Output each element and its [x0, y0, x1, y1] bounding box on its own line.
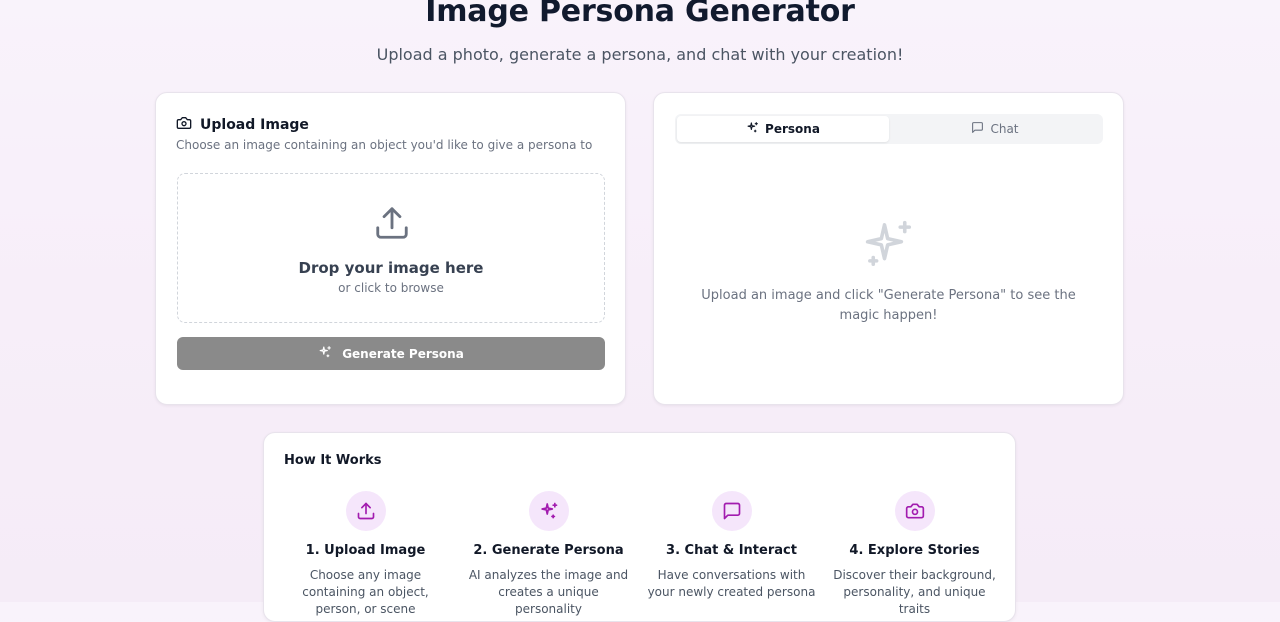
- persona-empty-text: Upload an image and click "Generate Pers…: [701, 288, 1076, 323]
- upload-card-title: Upload Image: [200, 117, 309, 133]
- generate-persona-button[interactable]: Generate Persona: [177, 337, 605, 370]
- image-dropzone[interactable]: Drop your image here or click to browse: [177, 173, 605, 323]
- sparkles-icon: [528, 491, 569, 531]
- tab-persona-label: Persona: [765, 122, 820, 136]
- step-title: 3. Chat & Interact: [666, 543, 797, 558]
- tab-persona[interactable]: Persona: [677, 116, 889, 142]
- camera-icon: [894, 491, 935, 531]
- camera-icon: [176, 115, 192, 135]
- step-title: 2. Generate Persona: [473, 543, 624, 558]
- step-chat: 3. Chat & Interact Have conversations wi…: [640, 491, 823, 601]
- message-square-icon: [711, 491, 752, 531]
- upload-card: Upload Image Choose an image containing …: [155, 92, 626, 405]
- generate-persona-label: Generate Persona: [342, 346, 464, 361]
- upload-icon: [373, 204, 411, 247]
- tab-chat[interactable]: Chat: [889, 116, 1101, 142]
- dropzone-subtitle: or click to browse: [338, 281, 444, 295]
- tab-chat-label: Chat: [990, 122, 1019, 136]
- how-it-works-card: How It Works 1. Upload Image Choose any …: [263, 432, 1016, 622]
- sparkles-icon: [746, 121, 759, 137]
- page-subtitle: Upload a photo, generate a persona, and …: [376, 45, 904, 64]
- step-title: 4. Explore Stories: [849, 543, 980, 558]
- sparkle-icon: [862, 217, 916, 276]
- persona-card: Persona Chat Upload an image and click "…: [653, 92, 1124, 405]
- step-description: Have conversations with your newly creat…: [647, 568, 816, 599]
- step-upload: 1. Upload Image Choose any image contain…: [274, 491, 457, 618]
- how-it-works-title: How It Works: [284, 453, 382, 468]
- step-description: AI analyzes the image and creates a uniq…: [468, 568, 629, 616]
- step-title: 1. Upload Image: [305, 543, 426, 558]
- upload-icon: [345, 491, 386, 531]
- step-generate: 2. Generate Persona AI analyzes the imag…: [457, 491, 640, 618]
- upload-card-header: Upload Image: [176, 115, 309, 135]
- step-explore: 4. Explore Stories Discover their backgr…: [823, 491, 1006, 618]
- page-title: Image Persona Generator: [425, 0, 855, 29]
- sparkles-icon: [318, 345, 332, 362]
- dropzone-title: Drop your image here: [298, 259, 484, 277]
- step-description: Discover their background, personality, …: [833, 568, 996, 616]
- message-square-icon: [971, 121, 984, 137]
- persona-tabs: Persona Chat: [675, 114, 1103, 144]
- step-description: Choose any image containing an object, p…: [302, 568, 429, 616]
- upload-card-description: Choose an image containing an object you…: [176, 138, 593, 152]
